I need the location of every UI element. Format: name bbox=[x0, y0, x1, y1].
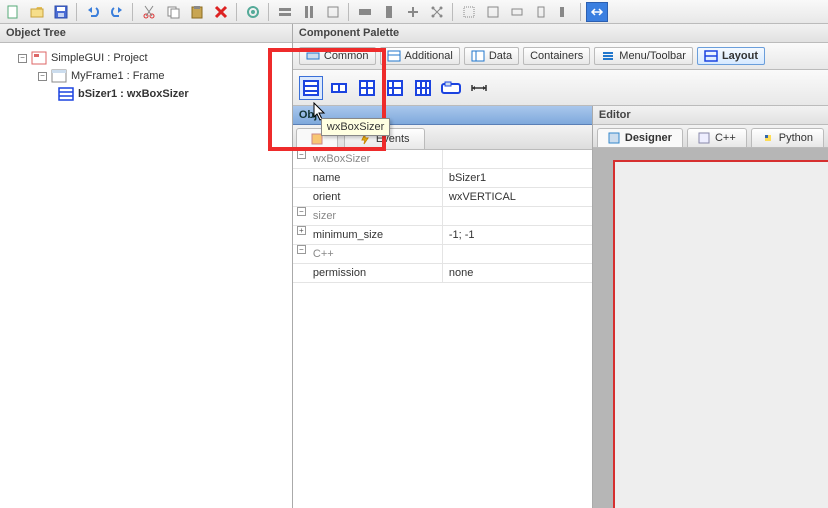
boxsizer-icon bbox=[58, 87, 74, 101]
editor-tabs: Designer C++ Python bbox=[593, 125, 828, 148]
expand4-icon[interactable] bbox=[426, 2, 448, 22]
editor-panel: Editor Designer C++ Python bbox=[593, 106, 828, 508]
category-containers[interactable]: Containers bbox=[523, 47, 590, 65]
tree-label: bSizer1 : wxBoxSizer bbox=[78, 88, 189, 100]
paste-icon[interactable] bbox=[186, 2, 208, 22]
python-icon bbox=[762, 132, 774, 144]
project-icon bbox=[31, 51, 47, 65]
pg-row-permission[interactable]: permission none bbox=[293, 264, 592, 283]
object-inspector: Obj Events − wxBoxSizer bbox=[293, 106, 593, 508]
save-icon[interactable] bbox=[50, 2, 72, 22]
border2-icon[interactable] bbox=[482, 2, 504, 22]
wxgridbagsizer-icon[interactable] bbox=[411, 76, 435, 100]
wxgridsizer-icon[interactable] bbox=[355, 76, 379, 100]
tab-designer[interactable]: Designer bbox=[597, 128, 683, 147]
expand2-icon[interactable] bbox=[378, 2, 400, 22]
cpp-icon bbox=[698, 132, 710, 144]
delete-icon[interactable] bbox=[210, 2, 232, 22]
expand1-icon[interactable] bbox=[354, 2, 376, 22]
layout-icon bbox=[704, 50, 718, 62]
expand3-icon[interactable] bbox=[402, 2, 424, 22]
border4-icon[interactable] bbox=[530, 2, 552, 22]
tree-node-frame[interactable]: − MyFrame1 : Frame bbox=[38, 67, 288, 85]
additional-icon bbox=[387, 50, 401, 62]
align3-icon[interactable] bbox=[322, 2, 344, 22]
tree-node-sizer[interactable]: bSizer1 : wxBoxSizer bbox=[58, 85, 288, 103]
category-additional[interactable]: Additional bbox=[380, 47, 460, 65]
expand-icon[interactable]: + bbox=[297, 226, 306, 235]
redo-icon[interactable] bbox=[106, 2, 128, 22]
collapse-icon[interactable]: − bbox=[297, 207, 306, 216]
pg-row-minsize[interactable]: + minimum_size -1; -1 bbox=[293, 226, 592, 245]
collapse-icon[interactable]: − bbox=[297, 150, 306, 159]
frame-preview[interactable] bbox=[613, 160, 828, 508]
tab-cpp[interactable]: C++ bbox=[687, 128, 747, 147]
palette-category-tabs: Common Additional Data Containers Menu/T… bbox=[293, 43, 828, 70]
spacer-icon[interactable] bbox=[467, 76, 491, 100]
object-tree[interactable]: − SimpleGUI : Project − MyFrame1 : Frame… bbox=[0, 43, 292, 508]
misc-icon[interactable] bbox=[586, 2, 608, 22]
tree-label: SimpleGUI : Project bbox=[51, 52, 148, 64]
property-grid[interactable]: − wxBoxSizer name bSizer1 orient wxVERTI… bbox=[293, 150, 592, 508]
cut-icon[interactable] bbox=[138, 2, 160, 22]
object-tree-panel: Object Tree − SimpleGUI : Project − MyFr… bbox=[0, 24, 293, 508]
tree-label: MyFrame1 : Frame bbox=[71, 70, 165, 82]
settings-icon[interactable] bbox=[242, 2, 264, 22]
object-tree-title: Object Tree bbox=[0, 24, 292, 43]
tooltip-wxboxsizer: wxBoxSizer bbox=[321, 118, 390, 136]
copy-icon[interactable] bbox=[162, 2, 184, 22]
menu-icon bbox=[601, 50, 615, 62]
data-icon bbox=[471, 50, 485, 62]
category-data[interactable]: Data bbox=[464, 47, 519, 65]
border3-icon[interactable] bbox=[506, 2, 528, 22]
align1-icon[interactable] bbox=[274, 2, 296, 22]
border5-icon[interactable] bbox=[554, 2, 576, 22]
wxboxsizer-v-icon[interactable] bbox=[299, 76, 323, 100]
common-icon bbox=[306, 50, 320, 62]
new-icon[interactable] bbox=[2, 2, 24, 22]
category-layout[interactable]: Layout bbox=[697, 47, 765, 65]
tree-collapse-icon[interactable]: − bbox=[18, 54, 27, 63]
designer-canvas[interactable] bbox=[593, 148, 828, 508]
tree-collapse-icon[interactable]: − bbox=[38, 72, 47, 81]
undo-icon[interactable] bbox=[82, 2, 104, 22]
pg-row-name[interactable]: name bSizer1 bbox=[293, 169, 592, 188]
category-menu[interactable]: Menu/Toolbar bbox=[594, 47, 693, 65]
editor-title: Editor bbox=[593, 106, 828, 125]
wxstaticboxsizer-icon[interactable] bbox=[439, 76, 463, 100]
designer-icon bbox=[608, 132, 620, 144]
pg-row-orient[interactable]: orient wxVERTICAL bbox=[293, 188, 592, 207]
category-common[interactable]: Common bbox=[299, 47, 376, 65]
tree-node-project[interactable]: − SimpleGUI : Project bbox=[18, 49, 288, 67]
frame-icon bbox=[51, 69, 67, 83]
pg-group-wxboxsizer[interactable]: − wxBoxSizer bbox=[293, 150, 592, 169]
pg-group-cpp[interactable]: − C++ bbox=[293, 245, 592, 264]
border1-icon[interactable] bbox=[458, 2, 480, 22]
component-palette-title: Component Palette bbox=[293, 24, 828, 43]
tab-python[interactable]: Python bbox=[751, 128, 824, 147]
wxboxsizer-h-icon[interactable] bbox=[327, 76, 351, 100]
main-toolbar bbox=[0, 0, 828, 24]
collapse-icon[interactable]: − bbox=[297, 245, 306, 254]
align2-icon[interactable] bbox=[298, 2, 320, 22]
wxflexgridsizer-icon[interactable] bbox=[383, 76, 407, 100]
palette-tool-row bbox=[293, 70, 828, 106]
open-icon[interactable] bbox=[26, 2, 48, 22]
pg-group-sizer[interactable]: − sizer bbox=[293, 207, 592, 226]
